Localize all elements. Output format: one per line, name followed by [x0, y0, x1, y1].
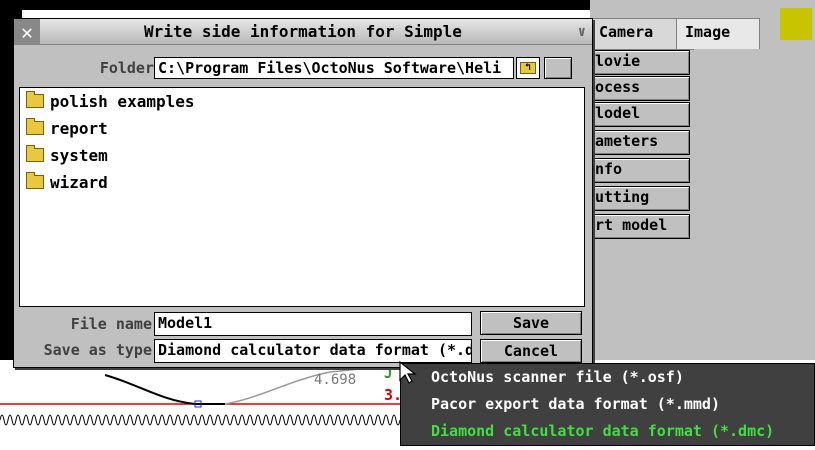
save-as-type-select[interactable]: Diamond calculator data format (*.d: [154, 339, 472, 363]
list-item-system[interactable]: system: [26, 145, 108, 167]
menu-parameters[interactable]: ameters: [590, 130, 690, 155]
file-name-input[interactable]: Model1: [154, 312, 472, 336]
folder-icon: [26, 118, 44, 135]
menu-export-model[interactable]: rt model: [590, 214, 690, 239]
value-label: 4.698: [314, 372, 357, 388]
folder-label: Folder: [99, 59, 154, 77]
list-item-label: polish examples: [50, 92, 195, 111]
list-item-polish-examples[interactable]: polish examples: [26, 91, 195, 113]
folder-icon: [26, 172, 44, 189]
mouse-cursor-icon: [399, 360, 417, 384]
black-curve: [104, 374, 225, 405]
save-dialog: Write side information for Simple ✕ ∨ Fo…: [13, 18, 593, 368]
chevron-down-icon[interactable]: ∨: [578, 19, 586, 45]
cancel-button[interactable]: Cancel: [480, 339, 582, 363]
dialog-titlebar[interactable]: Write side information for Simple: [14, 19, 592, 45]
folder-icon: [26, 145, 44, 162]
dropdown-option-dmc[interactable]: Diamond calculator data format (*.dmc): [401, 418, 815, 444]
tab-image[interactable]: Image: [676, 18, 760, 49]
dropdown-option-mmd[interactable]: Pacor export data format (*.mmd): [401, 391, 815, 417]
close-icon[interactable]: ✕: [14, 19, 40, 45]
menu-movie[interactable]: lovie: [590, 50, 690, 75]
dropdown-option-osf[interactable]: OctoNus scanner file (*.osf): [401, 364, 815, 390]
menu-process[interactable]: ocess: [590, 76, 690, 101]
dialog-title: Write side information for Simple: [144, 22, 462, 41]
gray-curve: [224, 364, 401, 405]
menu-info[interactable]: nfo: [590, 158, 690, 183]
folder-up-icon: ↰: [520, 62, 536, 74]
up-folder-button[interactable]: ↰: [516, 57, 540, 79]
save-button[interactable]: Save: [480, 311, 582, 335]
green-marker-text: J: [384, 366, 393, 382]
menu-model[interactable]: lodel: [590, 102, 690, 127]
list-item-label: wizard: [50, 173, 108, 192]
signal-trace: [0, 414, 401, 426]
menu-cutting[interactable]: utting: [590, 186, 690, 211]
list-item-label: report: [50, 119, 108, 138]
list-item-report[interactable]: report: [26, 118, 108, 140]
file-name-label: File name: [70, 315, 152, 333]
folder-icon: [26, 91, 44, 108]
folder-path-field[interactable]: C:\Program Files\OctoNus Software\Heli: [154, 57, 514, 79]
save-type-dropdown[interactable]: OctoNus scanner file (*.osf) Pacor expor…: [400, 363, 815, 446]
file-list[interactable]: polish examples report system wizard: [19, 87, 585, 307]
list-item-label: system: [50, 146, 108, 165]
list-item-wizard[interactable]: wizard: [26, 172, 108, 194]
view-toggle-button[interactable]: [544, 57, 572, 79]
save-as-type-label: Save as type: [43, 341, 152, 359]
color-swatch[interactable]: [780, 8, 812, 40]
